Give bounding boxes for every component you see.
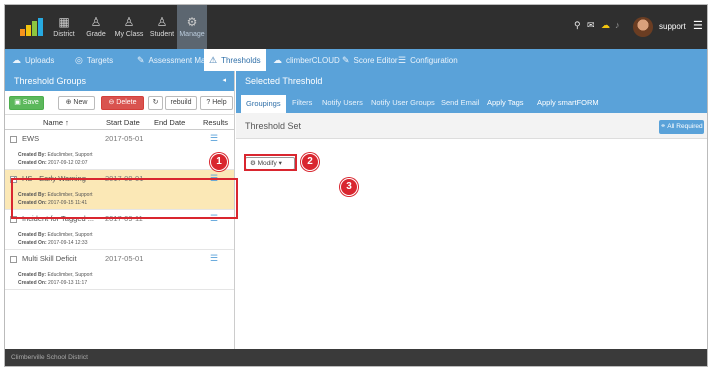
tab-targets[interactable]: ◎ Targets bbox=[75, 49, 113, 71]
collapse-icon[interactable]: ◂ bbox=[222, 71, 226, 91]
tab-climbercloud[interactable]: ☁ climberCLOUD bbox=[273, 49, 340, 71]
user-name[interactable]: support bbox=[659, 22, 686, 31]
users-icon: ♙ bbox=[90, 15, 102, 29]
tab-filters[interactable]: Filters bbox=[292, 98, 312, 107]
users-icon: ♙ bbox=[123, 15, 135, 29]
search-icon[interactable]: ⚲ bbox=[574, 20, 581, 31]
tab-groupings[interactable]: Groupings bbox=[241, 95, 286, 113]
mail-icon[interactable]: ✉ bbox=[587, 20, 595, 31]
nav-grade[interactable]: ♙ Grade bbox=[81, 5, 111, 49]
tab-apply-smartform[interactable]: Apply smartFORM bbox=[537, 98, 599, 107]
row-start-date: 2017-05-01 bbox=[105, 134, 144, 143]
results-list-icon[interactable]: ☰ bbox=[210, 133, 218, 144]
user-icon: ♙ bbox=[156, 15, 168, 29]
step-badge-2: 2 bbox=[301, 153, 319, 171]
save-icon: ▣ bbox=[14, 99, 23, 106]
row-start-date: 2017-05-01 bbox=[105, 254, 144, 263]
row-created-by: Created By: Educlimber, Support bbox=[18, 272, 93, 278]
row-created-by: Created By: Educlimber, Support bbox=[18, 152, 93, 158]
nav-my-class[interactable]: ♙ My Class bbox=[111, 5, 147, 49]
modify-highlight bbox=[244, 154, 297, 171]
help-button[interactable]: ? Help bbox=[200, 96, 233, 110]
row-created-by: Created By: Educlimber, Support bbox=[18, 232, 93, 238]
gear-icon: ⚙ bbox=[186, 15, 198, 29]
col-end-date[interactable]: End Date bbox=[154, 118, 185, 127]
nav-manage[interactable]: ⚙ Manage bbox=[177, 5, 207, 49]
top-navbar: ▦ District ♙ Grade ♙ My Class ♙ Student … bbox=[5, 5, 707, 49]
menu-icon[interactable]: ☰ bbox=[693, 19, 703, 32]
cloud-upload-icon: ☁ bbox=[12, 55, 21, 65]
tab-thresholds[interactable]: ⚠ Thresholds bbox=[204, 49, 266, 71]
new-button[interactable]: ⊕ New bbox=[58, 96, 95, 110]
selected-threshold-panel: Selected Threshold Groupings Filters Not… bbox=[236, 71, 707, 349]
rebuild-button[interactable]: rebuild bbox=[165, 96, 197, 110]
tab-notify-user-groups[interactable]: Notify User Groups bbox=[371, 98, 435, 107]
panel-header: Selected Threshold Groupings Filters Not… bbox=[236, 71, 707, 113]
panel-title: Selected Threshold bbox=[245, 76, 323, 86]
row-checkbox[interactable] bbox=[10, 256, 17, 263]
building-icon: ▦ bbox=[58, 15, 70, 29]
app-logo bbox=[20, 18, 44, 36]
app-window: ▦ District ♙ Grade ♙ My Class ♙ Student … bbox=[4, 4, 708, 367]
groups-toolbar: ▣ Save ⊕ New ⊖ Delete ↻ rebuild ? Help bbox=[5, 91, 234, 115]
row-created-on: Created On: 2017-09-13 11:17 bbox=[18, 280, 88, 286]
row-checkbox[interactable] bbox=[10, 136, 17, 143]
target-icon: ◎ bbox=[75, 55, 83, 65]
pencil-icon: ✎ bbox=[342, 55, 350, 65]
status-bar: Climberville School District bbox=[5, 349, 707, 366]
cloud-icon: ☁ bbox=[273, 55, 282, 65]
section-title: Threshold Set bbox=[245, 121, 302, 131]
pencil-icon: ✎ bbox=[137, 55, 145, 65]
panel-header: Threshold Groups ◂ bbox=[5, 71, 234, 91]
list-icon: ☰ bbox=[398, 55, 407, 65]
tab-configuration[interactable]: ☰ Configuration bbox=[398, 49, 458, 71]
col-start-date[interactable]: Start Date bbox=[106, 118, 140, 127]
nav-student[interactable]: ♙ Student bbox=[147, 5, 177, 49]
col-name[interactable]: Name ↑ bbox=[43, 118, 69, 127]
row-created-on: Created On: 2017-09-14 12:33 bbox=[18, 240, 88, 246]
tab-uploads[interactable]: ☁ Uploads bbox=[12, 49, 54, 71]
col-results[interactable]: Results bbox=[203, 118, 228, 127]
avatar[interactable] bbox=[633, 17, 653, 37]
step-badge-1: 1 bbox=[210, 153, 228, 171]
cloud-icon[interactable]: ☁ bbox=[601, 20, 610, 31]
warning-icon: ⚠ bbox=[209, 55, 218, 65]
step-badge-3: 3 bbox=[340, 178, 358, 196]
row-name: Multi Skill Deficit bbox=[22, 254, 77, 263]
bell-icon[interactable]: ♪ bbox=[615, 20, 620, 30]
table-row[interactable]: EWS 2017-05-01 ☰ Created By: Educlimber,… bbox=[5, 130, 234, 170]
refresh-icon: ↻ bbox=[152, 99, 159, 106]
save-button[interactable]: ▣ Save bbox=[9, 96, 44, 110]
delete-button[interactable]: ⊖ Delete bbox=[101, 96, 144, 110]
groups-table-header: Name ↑ Start Date End Date Results bbox=[5, 115, 234, 130]
all-required-button[interactable]: ⚭ All Required bbox=[659, 120, 704, 134]
results-list-icon[interactable]: ☰ bbox=[210, 253, 218, 264]
tab-score-editor[interactable]: ✎ Score Editor bbox=[342, 49, 398, 71]
nav-district[interactable]: ▦ District bbox=[47, 5, 81, 49]
row-created-on: Created On: 2017-09-12 02:07 bbox=[18, 160, 88, 166]
threshold-set-bar: Threshold Set ⚭ All Required bbox=[236, 113, 707, 139]
tab-send-email[interactable]: Send Email bbox=[441, 98, 479, 107]
tab-apply-tags[interactable]: Apply Tags bbox=[487, 98, 524, 107]
selected-row-highlight bbox=[11, 178, 238, 219]
table-row[interactable]: Multi Skill Deficit 2017-05-01 ☰ Created… bbox=[5, 250, 234, 290]
manage-tabbar: ☁ Uploads ◎ Targets ✎ Assessment Manager ⚠ T… bbox=[5, 49, 707, 71]
refresh-button[interactable]: ↻ bbox=[148, 96, 163, 110]
tab-notify-users[interactable]: Notify Users bbox=[322, 98, 363, 107]
row-name: EWS bbox=[22, 134, 40, 143]
